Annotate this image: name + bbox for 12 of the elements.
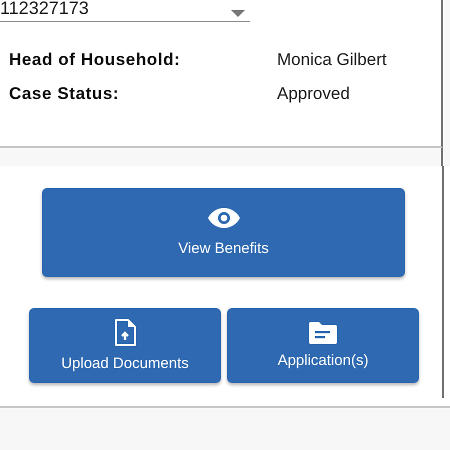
folder-icon [309, 322, 337, 344]
caret-icon [231, 10, 245, 17]
action-button[interactable]: Upload Documents [29, 308, 221, 383]
detail-label: Case Status: [9, 84, 120, 104]
detail-value: Monica Gilbert [277, 50, 388, 70]
eye-icon [208, 208, 240, 228]
detail-label: Head of Household: [9, 50, 182, 70]
upload-file-icon [114, 319, 136, 347]
action-button[interactable]: Application(s) [227, 308, 419, 383]
detail-value: Approved [277, 84, 351, 104]
case-select[interactable]: 112327173 [0, 0, 250, 22]
view-benefits-button[interactable]: View Benefits [42, 188, 405, 277]
